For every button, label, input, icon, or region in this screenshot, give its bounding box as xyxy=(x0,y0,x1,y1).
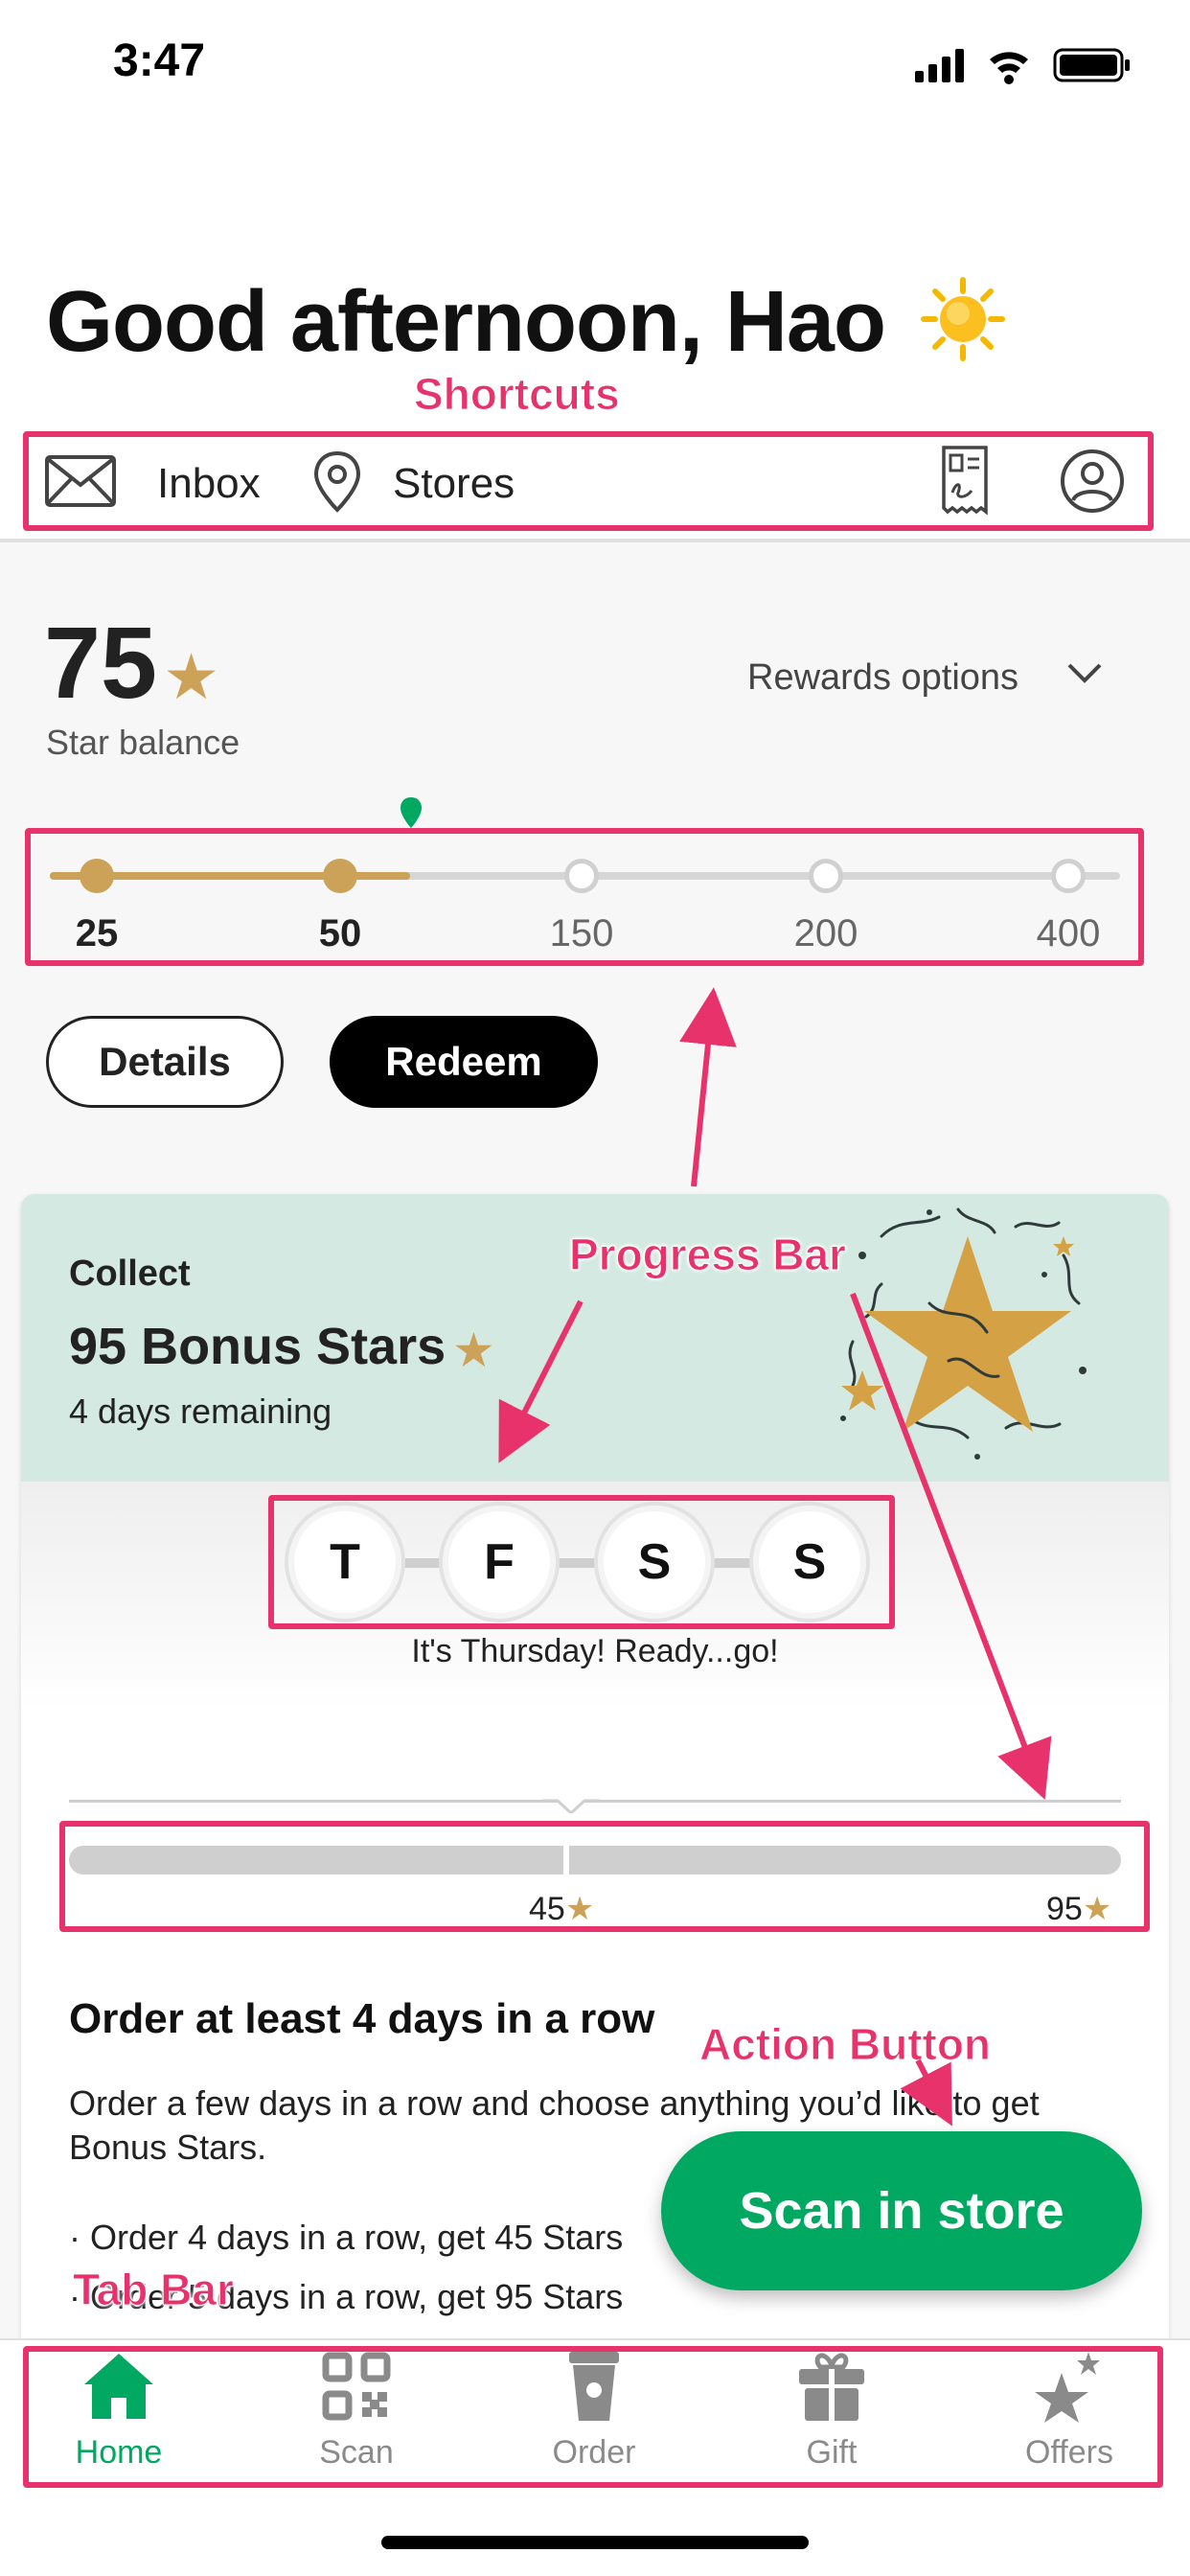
annotation-days-box xyxy=(268,1495,895,1629)
header-divider xyxy=(0,539,1190,542)
home-indicator[interactable] xyxy=(381,2536,809,2549)
annotation-shortcuts-box xyxy=(23,431,1154,531)
annotation-progress-label: Progress Bar xyxy=(569,1230,847,1280)
annotation-progress-box-top xyxy=(25,828,1144,966)
star-confetti-illustration xyxy=(840,1208,1087,1460)
annotation-action-button-label: Action Button xyxy=(698,2019,992,2070)
redeem-button[interactable]: Redeem xyxy=(330,1016,598,1108)
sun-icon xyxy=(921,277,1005,361)
order-bullet-1: · Order 4 days in a row, get 45 Stars xyxy=(69,2218,624,2257)
annotation-shortcuts-label: Shortcuts xyxy=(414,369,621,420)
notch-pointer xyxy=(542,1799,600,1813)
collect-label: Collect xyxy=(69,1254,191,1294)
arrow-to-top-progress xyxy=(679,987,737,1187)
current-position-marker-icon xyxy=(400,797,422,828)
star-balance-label: Star balance xyxy=(46,723,240,762)
annotation-progress-box-bottom xyxy=(59,1821,1150,1932)
annotation-tab-bar-label: Tab Bar xyxy=(73,2265,235,2315)
details-button[interactable]: Details xyxy=(46,1016,284,1108)
status-time: 3:47 xyxy=(113,35,206,86)
order-heading: Order at least 4 days in a row xyxy=(69,1995,655,2042)
divider-line xyxy=(69,1800,558,1803)
days-remaining: 4 days remaining xyxy=(69,1392,332,1431)
star-icon: ★ xyxy=(163,641,220,712)
rewards-options-button[interactable]: Rewards options xyxy=(747,657,1018,699)
battery-icon xyxy=(1053,48,1130,82)
star-icon: ★ xyxy=(452,1323,495,1377)
divider-line xyxy=(584,1800,1121,1803)
status-icons xyxy=(915,48,1130,84)
annotation-tab-bar-box xyxy=(23,2346,1163,2488)
signal-icon xyxy=(915,49,964,82)
chevron-down-icon[interactable] xyxy=(1065,659,1104,688)
greeting-title: Good afternoon, Hao xyxy=(46,274,886,370)
day-caption: It's Thursday! Ready...go! xyxy=(411,1633,779,1669)
scan-in-store-button[interactable]: Scan in store xyxy=(661,2131,1142,2290)
star-balance-value: 75 xyxy=(44,607,157,720)
wifi-icon xyxy=(990,52,1028,84)
bonus-title: 95 Bonus Stars xyxy=(69,1318,446,1375)
